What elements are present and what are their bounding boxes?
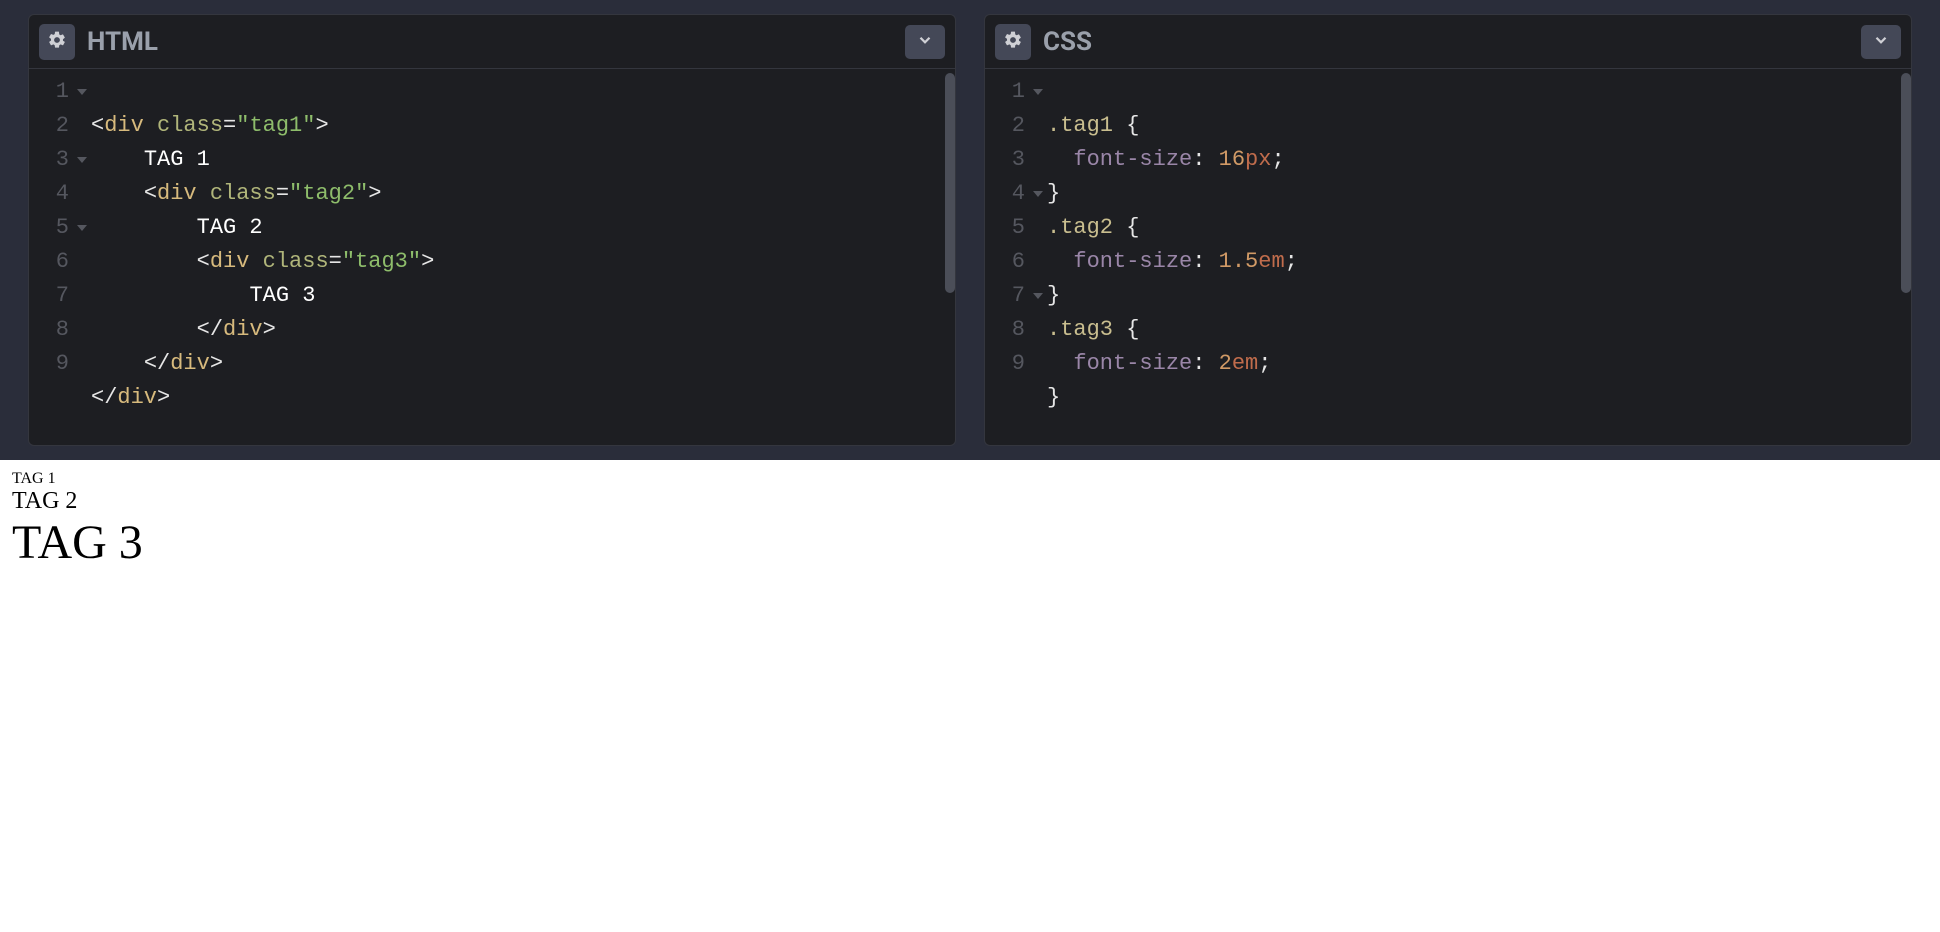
- output-tag3-text: TAG 3: [12, 516, 143, 569]
- html-editor[interactable]: 123456789 <div class="tag1"> TAG 1 <div …: [29, 69, 955, 445]
- line-number: 4: [29, 177, 77, 211]
- editor-row: HTML 123456789 <div class="tag1"> TAG 1 …: [0, 0, 1940, 460]
- html-settings-button[interactable]: [39, 24, 75, 60]
- chevron-down-icon: [1872, 31, 1890, 53]
- output-tag3: TAG 3: [12, 515, 1928, 570]
- fold-marker-icon[interactable]: [77, 89, 87, 95]
- line-number: 6: [29, 245, 77, 279]
- html-code: <div class="tag1"> TAG 1 <div class="tag…: [77, 69, 955, 445]
- css-collapse-button[interactable]: [1861, 25, 1901, 59]
- css-code: .tag1 { font-size: 16px; } .tag2 { font-…: [1033, 69, 1911, 445]
- output-tag1: TAG 1 TAG 2 TAG 3: [12, 470, 1928, 570]
- gear-icon: [47, 30, 67, 54]
- line-number: 1: [29, 75, 77, 109]
- css-panel-header: CSS: [985, 15, 1911, 69]
- fold-marker-icon[interactable]: [77, 225, 87, 231]
- css-panel: CSS 123456789 .tag1 { font-size: 16px; }…: [984, 14, 1912, 446]
- output-tag1-text: TAG 1: [12, 470, 56, 487]
- html-scrollbar[interactable]: [945, 73, 955, 293]
- line-number: 9: [985, 347, 1033, 381]
- output-tag2-text: TAG 2: [12, 488, 77, 514]
- fold-marker-icon[interactable]: [1033, 293, 1043, 299]
- css-gutter: 123456789: [985, 69, 1033, 445]
- line-number: 9: [29, 347, 77, 381]
- html-gutter: 123456789: [29, 69, 77, 445]
- fold-marker-icon[interactable]: [1033, 191, 1043, 197]
- fold-marker-icon[interactable]: [1033, 89, 1043, 95]
- chevron-down-icon: [916, 31, 934, 53]
- line-number: 3: [29, 143, 77, 177]
- line-number: 2: [29, 109, 77, 143]
- html-panel-title: HTML: [87, 27, 158, 57]
- line-number: 4: [985, 177, 1033, 211]
- html-panel-header: HTML: [29, 15, 955, 69]
- css-editor[interactable]: 123456789 .tag1 { font-size: 16px; } .ta…: [985, 69, 1911, 445]
- html-panel: HTML 123456789 <div class="tag1"> TAG 1 …: [28, 14, 956, 446]
- output-preview: TAG 1 TAG 2 TAG 3: [0, 460, 1940, 932]
- line-number: 2: [985, 109, 1033, 143]
- line-number: 1: [985, 75, 1033, 109]
- css-scrollbar[interactable]: [1901, 73, 1911, 293]
- line-number: 5: [29, 211, 77, 245]
- fold-marker-icon[interactable]: [77, 157, 87, 163]
- gear-icon: [1003, 30, 1023, 54]
- css-panel-title: CSS: [1043, 27, 1092, 57]
- line-number: 6: [985, 245, 1033, 279]
- output-tag2: TAG 2 TAG 3: [12, 488, 1928, 570]
- html-collapse-button[interactable]: [905, 25, 945, 59]
- line-number: 7: [985, 279, 1033, 313]
- line-number: 7: [29, 279, 77, 313]
- css-panel-header-left: CSS: [995, 24, 1092, 60]
- html-panel-header-left: HTML: [39, 24, 158, 60]
- css-settings-button[interactable]: [995, 24, 1031, 60]
- line-number: 8: [985, 313, 1033, 347]
- line-number: 3: [985, 143, 1033, 177]
- line-number: 5: [985, 211, 1033, 245]
- line-number: 8: [29, 313, 77, 347]
